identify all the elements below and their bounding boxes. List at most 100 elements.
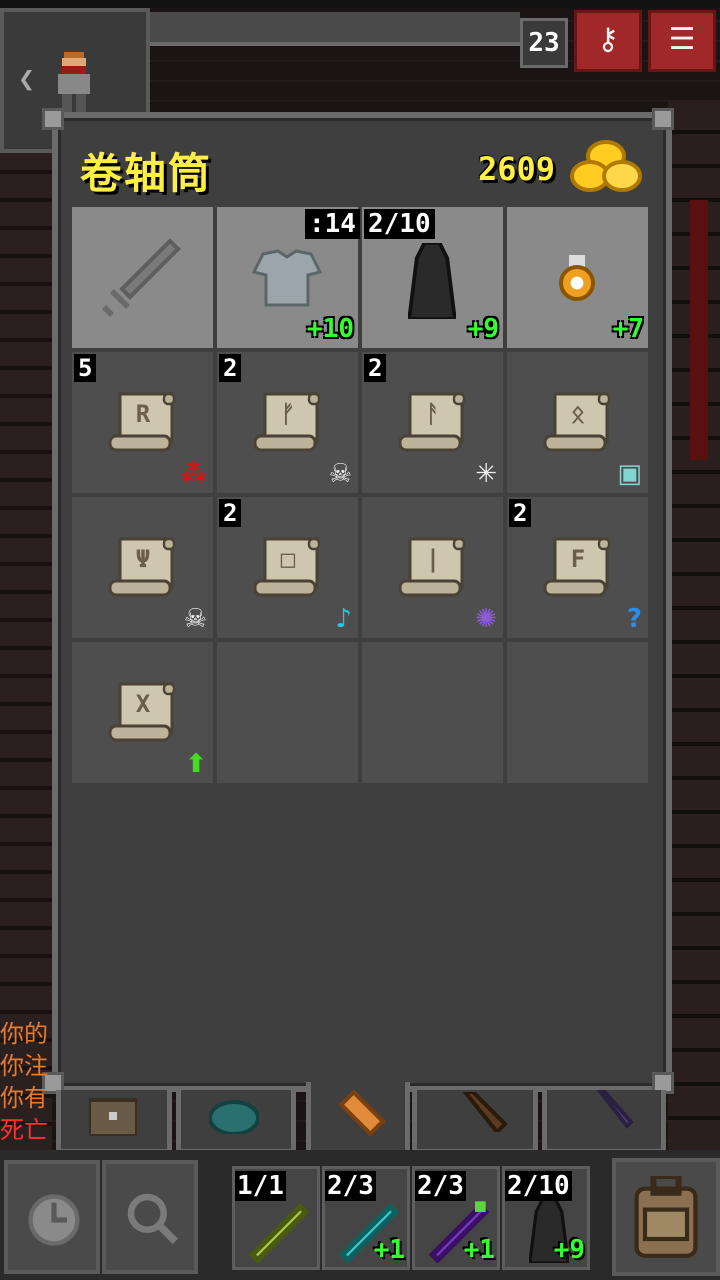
log-line: 你的 [0, 1020, 48, 1048]
scroll-icon: | [398, 537, 468, 599]
mapping-icon: ▣ [617, 459, 642, 489]
dungeon-wall-left [0, 150, 52, 1150]
scroll-icon: F [543, 537, 613, 599]
scroll-slot[interactable]: □ ♪ 2 [217, 497, 358, 638]
back-arrow-icon: ❮ [18, 62, 35, 95]
quickslot-charges: 2/3 [415, 1171, 466, 1201]
amulet-icon [559, 255, 595, 301]
backpack-icon [634, 1176, 698, 1258]
scroll-slot[interactable]: | ✺ [362, 497, 503, 638]
search-button[interactable] [102, 1160, 198, 1274]
key-icon: ⚷ [597, 22, 619, 57]
menu-button[interactable]: ☰ [648, 10, 716, 72]
window-title: 卷轴筒 [80, 149, 213, 198]
artifact-level: +9 [467, 314, 499, 344]
hero-avatar [58, 52, 90, 114]
artifact-charge: 2/10 [364, 209, 435, 239]
log-line: 你注 [0, 1052, 48, 1080]
armor-level: +10 [307, 314, 354, 344]
scroll-icon: ᛟ [543, 392, 613, 454]
scroll-rune: Ψ [135, 545, 151, 573]
log-line: 你有 [0, 1084, 48, 1112]
scroll-icon: Ψ [108, 537, 178, 599]
scroll-icon: ᚠ [253, 392, 323, 454]
question-icon: ? [626, 604, 642, 634]
lava-crack [690, 200, 708, 460]
scroll-quantity: 2 [219, 499, 242, 527]
scroll-rune: F [570, 545, 586, 573]
empty-slot[interactable] [217, 642, 358, 783]
vortex-icon: ✺ [475, 604, 497, 634]
gold-count: 2609 [478, 150, 556, 188]
quickslot-3[interactable]: 2/3 +1 [412, 1166, 500, 1270]
seed-pouch-icon [209, 1100, 259, 1134]
quickslot-charges: 2/3 [325, 1171, 376, 1201]
scroll-holder-icon [338, 1089, 386, 1137]
depth-indicator[interactable]: 23 [520, 18, 568, 68]
menu-icon: ☰ [668, 22, 696, 57]
ring-level: +7 [612, 314, 644, 344]
journal-button[interactable]: ⚷ [574, 10, 642, 72]
scroll-rune: ᚨ [425, 400, 441, 428]
quickslot-charges: 2/10 [505, 1171, 572, 1201]
sparkle-icon: ✳ [475, 459, 497, 489]
scroll-slot[interactable]: R ⁂ 5 [72, 352, 213, 493]
scroll-rune: | [425, 545, 441, 573]
scroll-slot[interactable]: F? 2 [507, 497, 648, 638]
scroll-rune: □ [280, 545, 296, 573]
scroll-slot[interactable]: X ⬆ [72, 642, 213, 783]
skull-icon: ☠ [183, 604, 207, 634]
tab-seed-pouch[interactable] [176, 1090, 296, 1154]
scroll-slot[interactable]: ᚨ ✳ 2 [362, 352, 503, 493]
log-line: 死亡 [0, 1116, 48, 1144]
tab-main-bag[interactable] [56, 1090, 172, 1154]
upgrade-arrow-icon: ⬆ [185, 749, 207, 779]
scroll-rune: ᚠ [280, 400, 296, 428]
window-corner [652, 108, 674, 130]
armor-slot[interactable]: :14 +10 [217, 207, 360, 348]
scroll-rune: X [135, 690, 151, 718]
window-corner [42, 108, 64, 130]
scroll-quantity: 2 [509, 499, 532, 527]
scroll-slot[interactable]: ᛟ ▣ [507, 352, 648, 493]
scroll-slot[interactable]: Ψ ☠ [72, 497, 213, 638]
quickslot-1[interactable]: 1/1 [232, 1166, 320, 1270]
gold-pile-icon [570, 140, 642, 192]
backpack-button[interactable] [612, 1158, 720, 1276]
empty-slot[interactable] [507, 642, 648, 783]
scroll-quantity: 2 [364, 354, 387, 382]
wand-holster-icon [462, 1092, 508, 1132]
tab-magic-wand[interactable] [542, 1090, 666, 1154]
status-bar [0, 0, 720, 8]
quickslot-level: +9 [553, 1235, 585, 1265]
clock-icon [28, 1194, 80, 1246]
scroll-icon: ᚨ [398, 392, 468, 454]
scroll-rune: ᛟ [570, 400, 586, 428]
scroll-slot[interactable]: ᚠ ☠ 2 [217, 352, 358, 493]
game-log: 你的 你注 你有 死亡 [0, 1018, 48, 1146]
scroll-icon: □ [253, 537, 323, 599]
weapon-slot[interactable] [72, 207, 213, 348]
scroll-rune: R [135, 400, 151, 428]
empty-slot[interactable] [362, 642, 503, 783]
scroll-icon: R [108, 392, 178, 454]
skull-icon: ☠ [328, 459, 352, 489]
search-icon [127, 1193, 178, 1244]
chainmail-icon [251, 249, 323, 307]
music-note-icon: ♪ [335, 604, 352, 634]
rage-icon: ⁂ [180, 459, 207, 489]
wand-green-icon [248, 1202, 310, 1263]
wait-button[interactable] [4, 1160, 100, 1274]
chest-icon [89, 1098, 137, 1136]
armor-charge: :14 [305, 209, 360, 239]
scroll-icon: X [108, 682, 178, 744]
ring-slot[interactable]: +7 [507, 207, 648, 348]
quickslot-2[interactable]: 2/3 +1 [322, 1166, 410, 1270]
scroll-quantity: 5 [74, 354, 97, 382]
artifact-slot[interactable]: 2/10 +9 [362, 207, 503, 348]
quickslot-level: +1 [463, 1235, 495, 1265]
magic-wand-icon [596, 1090, 634, 1130]
scroll-quantity: 2 [219, 354, 242, 382]
tab-wand-holster[interactable] [412, 1090, 538, 1154]
quickslot-4[interactable]: 2/10 +9 [502, 1166, 590, 1270]
